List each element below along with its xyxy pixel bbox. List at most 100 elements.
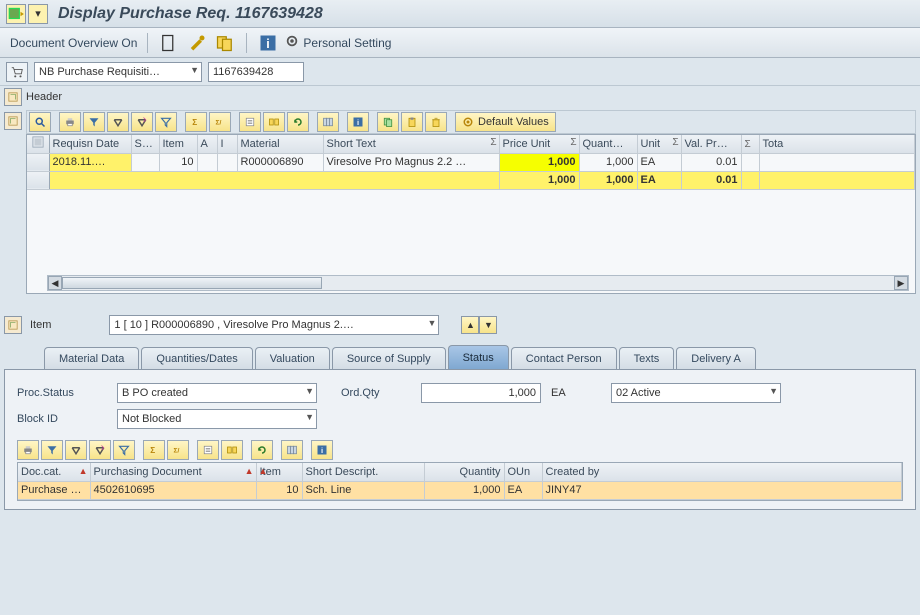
- doc-type-dropdown[interactable]: NB Purchase Requisiti… ▼: [34, 62, 202, 82]
- l-export-button[interactable]: [197, 440, 219, 460]
- col-sigma[interactable]: Σ: [741, 135, 759, 153]
- help-icon[interactable]: i: [257, 33, 279, 53]
- refresh-button[interactable]: [287, 112, 309, 132]
- col-i[interactable]: I: [217, 135, 237, 153]
- lcol-purch-doc[interactable]: Purchasing Document▲: [90, 463, 256, 481]
- col-price-unit[interactable]: Price UnitΣ: [499, 135, 579, 153]
- item-label: Item: [30, 319, 51, 331]
- delete-button[interactable]: [425, 112, 447, 132]
- select-all-button[interactable]: [27, 135, 49, 153]
- l-print-button[interactable]: [17, 440, 39, 460]
- col-material[interactable]: Material: [237, 135, 323, 153]
- items-area: Σ Σ/ i Default Values: [0, 108, 920, 294]
- status-tab-body: Proc.Status B PO created ▼ Ord.Qty 1,000…: [4, 370, 916, 510]
- tab-source-of-supply[interactable]: Source of Supply: [332, 347, 446, 369]
- tab-delivery[interactable]: Delivery A: [676, 347, 756, 369]
- tab-material-data[interactable]: Material Data: [44, 347, 139, 369]
- personal-setting-button[interactable]: Personal Setting: [285, 34, 391, 51]
- items-collapse-icon[interactable]: [4, 112, 22, 130]
- item-selector-dropdown[interactable]: 1 [ 10 ] R000006890 , Viresolve Pro Magn…: [109, 315, 439, 335]
- item-next-button[interactable]: ▼: [479, 316, 497, 334]
- grid-header-row: Requisn Date St… Item A I Material Short…: [27, 135, 915, 153]
- print-button[interactable]: [59, 112, 81, 132]
- items-grid: Requisn Date St… Item A I Material Short…: [26, 134, 916, 294]
- col-a[interactable]: A: [197, 135, 217, 153]
- l-find-button[interactable]: [65, 440, 87, 460]
- tab-texts[interactable]: Texts: [619, 347, 675, 369]
- scroll-thumb[interactable]: [62, 277, 322, 289]
- col-requisn-date[interactable]: Requisn Date: [49, 135, 131, 153]
- tab-quantities-dates[interactable]: Quantities/Dates: [141, 347, 252, 369]
- col-short-text[interactable]: Short TextΣ: [323, 135, 499, 153]
- col-val-pr[interactable]: Val. Pr…: [681, 135, 741, 153]
- header-expand-icon[interactable]: [4, 88, 22, 106]
- info-button[interactable]: i: [347, 112, 369, 132]
- default-values-button[interactable]: Default Values: [455, 112, 556, 132]
- col-st[interactable]: St…: [131, 135, 159, 153]
- l-find-next-button[interactable]: [89, 440, 111, 460]
- lcol-quantity[interactable]: Quantity: [424, 463, 504, 481]
- tab-valuation[interactable]: Valuation: [255, 347, 330, 369]
- ord-qty-field[interactable]: 1,000: [421, 383, 541, 403]
- paste-button[interactable]: [401, 112, 423, 132]
- cell-quant: 1,000: [579, 153, 637, 171]
- grid-row[interactable]: 2018.11.… 10 R000006890 Viresolve Pro Ma…: [27, 153, 915, 171]
- total-button[interactable]: Σ: [185, 112, 207, 132]
- proc-status-dropdown[interactable]: B PO created ▼: [117, 383, 317, 403]
- copy-button[interactable]: [377, 112, 399, 132]
- grid-settings-button[interactable]: [317, 112, 339, 132]
- lcol-oun[interactable]: OUn: [504, 463, 542, 481]
- app-toolbar: Document Overview On i Personal Setting: [0, 28, 920, 58]
- change-icon[interactable]: [186, 33, 208, 53]
- l-total-button[interactable]: Σ: [143, 440, 165, 460]
- lcol-created-by[interactable]: Created by: [542, 463, 902, 481]
- scroll-left-icon[interactable]: ◀: [48, 276, 62, 290]
- item-prev-button[interactable]: ▲: [461, 316, 479, 334]
- cart-icon[interactable]: [6, 62, 28, 82]
- col-unit[interactable]: UnitΣ: [637, 135, 681, 153]
- total-quant: 1,000: [579, 171, 637, 189]
- lcol-short-desc[interactable]: Short Descript.: [302, 463, 424, 481]
- subtotal-button[interactable]: Σ/: [209, 112, 231, 132]
- scroll-right-icon[interactable]: ▶: [894, 276, 908, 290]
- tab-contact-person[interactable]: Contact Person: [511, 347, 617, 369]
- row-selector[interactable]: [27, 153, 49, 171]
- l-filter2-button[interactable]: [113, 440, 135, 460]
- layout-button[interactable]: [263, 112, 285, 132]
- l-filter-button[interactable]: [41, 440, 63, 460]
- create-icon[interactable]: [158, 33, 180, 53]
- doc-number-field[interactable]: 1167639428: [208, 62, 304, 82]
- col-total[interactable]: Tota: [759, 135, 915, 153]
- active-dropdown[interactable]: 02 Active ▼: [611, 383, 781, 403]
- lcol-item[interactable]: Item▲: [256, 463, 302, 481]
- page-title: Display Purchase Req. 1167639428: [58, 5, 323, 23]
- tab-status[interactable]: Status: [448, 345, 509, 369]
- other-pr-icon[interactable]: [214, 33, 236, 53]
- l-grid-settings-button[interactable]: [281, 440, 303, 460]
- lcell-doc-cat: Purchase …: [18, 481, 90, 499]
- l-info-button[interactable]: i: [311, 440, 333, 460]
- lcol-doc-cat[interactable]: Doc.cat.▲: [18, 463, 90, 481]
- l-layout-button[interactable]: [221, 440, 243, 460]
- export-button[interactable]: [239, 112, 261, 132]
- chevron-down-icon: ▼: [305, 386, 314, 396]
- filter2-button[interactable]: [155, 112, 177, 132]
- horizontal-scrollbar[interactable]: ◀ ▶: [47, 275, 909, 291]
- document-overview-toggle[interactable]: Document Overview On: [10, 36, 137, 50]
- find-next-button[interactable]: [131, 112, 153, 132]
- app-menu-icon[interactable]: [6, 4, 26, 24]
- lower-grid-row[interactable]: Purchase … 4502610695 10 Sch. Line 1,000…: [18, 481, 902, 499]
- details-button[interactable]: [29, 112, 51, 132]
- l-subtotal-button[interactable]: Σ/: [167, 440, 189, 460]
- col-quant[interactable]: Quant…: [579, 135, 637, 153]
- l-refresh-button[interactable]: [251, 440, 273, 460]
- col-item[interactable]: Item: [159, 135, 197, 153]
- svg-text:i: i: [321, 446, 323, 455]
- block-id-dropdown[interactable]: Not Blocked ▼: [117, 409, 317, 429]
- app-menu-dropdown-icon[interactable]: ▾: [28, 4, 48, 24]
- filter-button[interactable]: [83, 112, 105, 132]
- item-collapse-icon[interactable]: [4, 316, 22, 334]
- svg-text:i: i: [267, 37, 270, 51]
- find-button[interactable]: [107, 112, 129, 132]
- lcell-created-by: JINY47: [542, 481, 902, 499]
